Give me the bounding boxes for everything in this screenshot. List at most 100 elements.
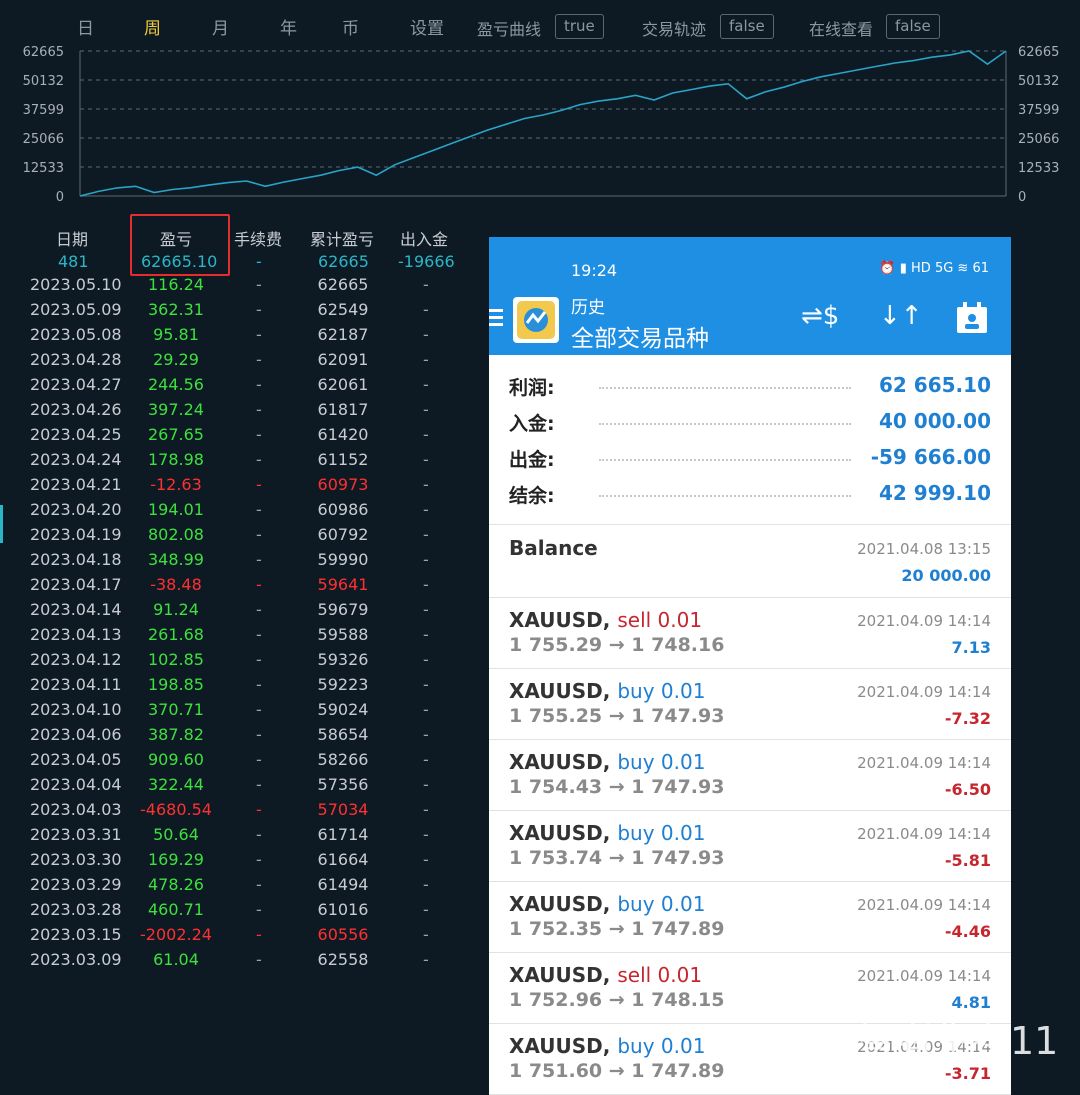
trade-track-toggle[interactable]: false (720, 14, 774, 39)
table-row[interactable]: 2023.03.15 -2002.24 - 60556 - (0, 925, 490, 950)
row-fee: - (256, 875, 262, 894)
online-view-toggle[interactable]: false (886, 14, 940, 39)
row-io: - (423, 325, 429, 344)
row-pl: 322.44 (148, 775, 204, 794)
trade-row[interactable]: XAUUSD, buy 0.01 1 755.25 → 1 747.93 2021.… (489, 669, 1011, 740)
col-cum-header[interactable]: 累计盈亏 (310, 226, 374, 250)
tab-day[interactable]: 日 (77, 14, 94, 39)
table-row[interactable]: 2023.05.08 95.81 - 62187 - (0, 325, 490, 350)
row-io: - (423, 300, 429, 319)
table-row[interactable]: 2023.04.05 909.60 - 58266 - (0, 750, 490, 775)
table-row[interactable]: 2023.04.18 348.99 - 59990 - (0, 550, 490, 575)
row-cum: 60973 (317, 475, 369, 494)
row-pl: 178.98 (148, 450, 204, 469)
table-row[interactable]: 2023.03.29 478.26 - 61494 - (0, 875, 490, 900)
row-fee: - (256, 300, 262, 319)
trade-row[interactable]: XAUUSD, sell 0.01 1 755.29 → 1 748.16 2021… (489, 598, 1011, 669)
table-row[interactable]: 2023.03.28 460.71 - 61016 - (0, 900, 490, 925)
table-row[interactable]: 2023.04.10 370.71 - 59024 - (0, 700, 490, 725)
table-row[interactable]: 2023.05.09 362.31 - 62549 - (0, 300, 490, 325)
table-row[interactable]: 2023.04.20 194.01 - 60986 - (0, 500, 490, 525)
table-row[interactable]: 2023.04.13 261.68 - 59588 - (0, 625, 490, 650)
trade-prices: 1 752.96 → 1 748.15 (509, 989, 725, 1011)
col-date-header[interactable]: 日期 (56, 226, 88, 250)
row-pl: 29.29 (153, 350, 199, 369)
table-row[interactable]: 2023.04.21 -12.63 - 60973 - (0, 475, 490, 500)
tab-settings[interactable]: 设置 (410, 14, 444, 39)
balance-entry[interactable]: Balance 2021.04.08 13:15 20 000.00 (489, 526, 1011, 598)
header-title[interactable]: 全部交易品种 (571, 319, 709, 353)
table-row[interactable]: 2023.03.30 169.29 - 61664 - (0, 850, 490, 875)
row-cum: 57356 (317, 775, 369, 794)
table-row[interactable]: 2023.04.28 29.29 - 62091 - (0, 350, 490, 375)
row-date: 2023.03.30 (30, 850, 122, 869)
trade-prices: 1 755.29 → 1 748.16 (509, 634, 725, 656)
trade-row[interactable]: XAUUSD, buy 0.01 1 752.35 → 1 747.89 2021.… (489, 882, 1011, 953)
row-date: 2023.04.03 (30, 800, 122, 819)
pl-curve-toggle[interactable]: true (555, 14, 604, 39)
table-row[interactable]: 2023.04.04 322.44 - 57356 - (0, 775, 490, 800)
table-row[interactable]: 2023.04.24 178.98 - 61152 - (0, 450, 490, 475)
row-date: 2023.04.20 (30, 500, 122, 519)
row-date: 2023.04.28 (30, 350, 122, 369)
table-row[interactable]: 2023.04.12 102.85 - 59326 - (0, 650, 490, 675)
sort-icon[interactable]: ↓↑ (879, 301, 923, 331)
trade-row[interactable]: XAUUSD, buy 0.01 1 754.43 → 1 747.93 2021.… (489, 740, 1011, 811)
table-row[interactable]: 2023.04.03 -4680.54 - 57034 - (0, 800, 490, 825)
table-row[interactable]: 2023.04.17 -38.48 - 59641 - (0, 575, 490, 600)
row-cum: 60792 (317, 525, 369, 544)
table-row[interactable]: 2023.03.09 61.04 - 62558 - (0, 950, 490, 975)
dots-separator (599, 495, 851, 497)
col-io-header[interactable]: 出入金 (400, 226, 448, 250)
mt4-history-screenshot: 19:24 ⏰ ▮ HD 5G ≋ 61 历史 全部交易品种 ⇌$ ↓↑ 利润:… (489, 237, 1011, 1095)
tab-year[interactable]: 年 (280, 14, 297, 39)
row-cum: 61817 (317, 400, 369, 419)
trade-time: 2021.04.09 14:14 (857, 612, 991, 630)
table-row[interactable]: 2023.04.06 387.82 - 58654 - (0, 725, 490, 750)
trade-symbol: XAUUSD, sell 0.01 (509, 608, 703, 632)
row-pl: 478.26 (148, 875, 204, 894)
tab-currency[interactable]: 币 (342, 14, 359, 39)
row-io: - (423, 850, 429, 869)
row-io: - (423, 675, 429, 694)
row-date: 2023.04.12 (30, 650, 122, 669)
row-io: - (423, 825, 429, 844)
y-tick-right: 12533 (1018, 161, 1059, 176)
row-pl: 169.29 (148, 850, 204, 869)
row-io: - (423, 575, 429, 594)
tab-week[interactable]: 周 (144, 14, 161, 39)
row-cum: 58266 (317, 750, 369, 769)
table-row[interactable]: 2023.04.14 91.24 - 59679 - (0, 600, 490, 625)
row-pl: 802.08 (148, 525, 204, 544)
row-fee: - (256, 900, 262, 919)
row-io: - (423, 650, 429, 669)
row-date: 2023.04.26 (30, 400, 122, 419)
row-pl: 460.71 (148, 900, 204, 919)
trade-pl: -7.32 (944, 709, 991, 728)
row-fee: - (256, 400, 262, 419)
trade-time: 2021.04.09 14:14 (857, 896, 991, 914)
table-row[interactable]: 2023.05.10 116.24 - 62665 - (0, 275, 490, 300)
table-row[interactable]: 2023.04.11 198.85 - 59223 - (0, 675, 490, 700)
row-date: 2023.05.08 (30, 325, 122, 344)
table-row[interactable]: 2023.04.26 397.24 - 61817 - (0, 400, 490, 425)
row-date: 2023.04.10 (30, 700, 122, 719)
calendar-icon[interactable] (955, 301, 989, 342)
row-fee: - (256, 775, 262, 794)
metatrader-logo-icon (513, 297, 559, 343)
table-row[interactable]: 2023.04.27 244.56 - 62061 - (0, 375, 490, 400)
tab-month[interactable]: 月 (212, 14, 229, 39)
trade-symbol: XAUUSD, buy 0.01 (509, 1034, 706, 1058)
pl-total-highlight-box (130, 214, 230, 276)
table-row[interactable]: 2023.04.19 802.08 - 60792 - (0, 525, 490, 550)
currency-exchange-icon[interactable]: ⇌$ (801, 301, 839, 331)
withdrawal-label: 出金: (509, 449, 555, 471)
row-date: 2023.04.06 (30, 725, 122, 744)
trade-row[interactable]: XAUUSD, buy 0.01 1 753.74 → 1 747.93 2021.… (489, 811, 1011, 882)
table-row[interactable]: 2023.04.25 267.65 - 61420 - (0, 425, 490, 450)
row-cum: 61494 (317, 875, 369, 894)
menu-icon[interactable] (489, 309, 503, 330)
row-cum: 62091 (317, 350, 369, 369)
table-row[interactable]: 2023.03.31 50.64 - 61714 - (0, 825, 490, 850)
col-fee-header[interactable]: 手续费 (234, 226, 282, 250)
